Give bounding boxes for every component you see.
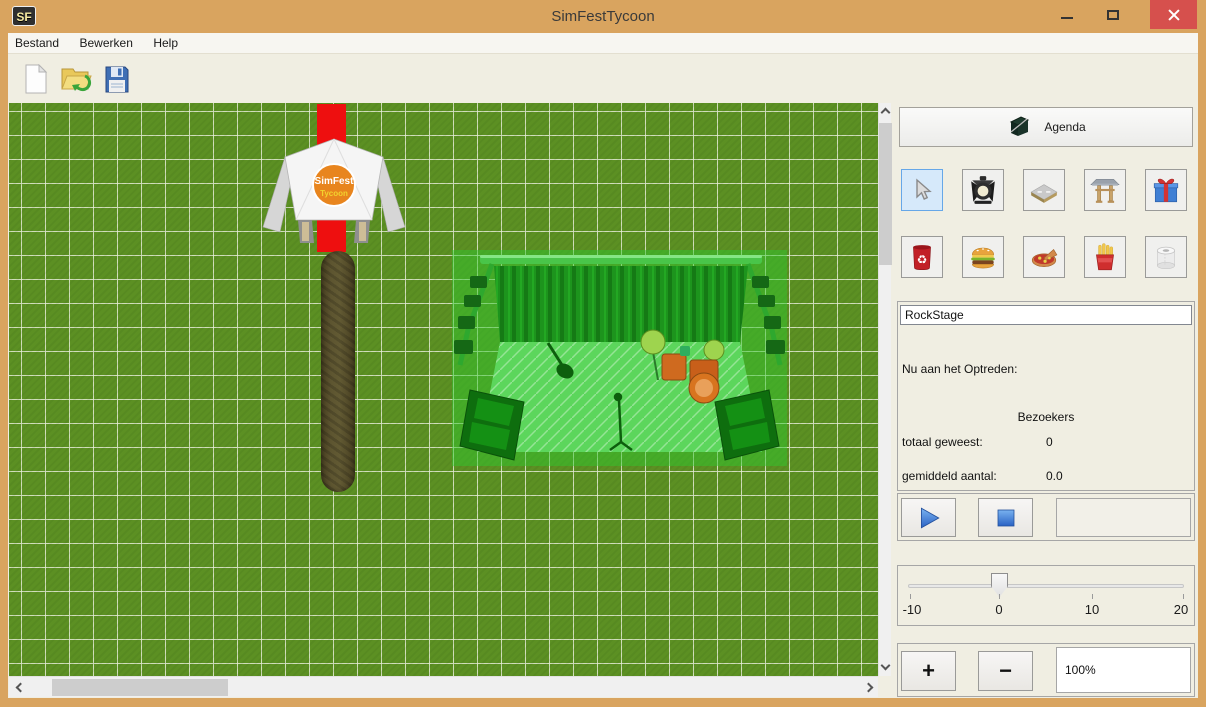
chevron-up-icon <box>881 108 891 118</box>
burger-icon <box>968 242 998 272</box>
speaker-stack-left <box>460 390 524 460</box>
close-icon <box>1167 8 1181 22</box>
tool-toilet-paper[interactable] <box>1145 236 1187 278</box>
save-file-button[interactable] <box>98 61 134 97</box>
maximize-icon <box>1107 10 1119 20</box>
entrance-tent[interactable]: SimFest Tycoon <box>261 127 407 245</box>
visitors-average-label: gemiddeld aantal: <box>902 469 997 483</box>
scroll-up-button[interactable] <box>879 103 892 119</box>
stop-icon <box>994 506 1018 530</box>
maximize-button[interactable] <box>1090 0 1136 29</box>
stage-graphic <box>452 250 787 466</box>
play-icon <box>916 505 942 531</box>
close-button[interactable] <box>1150 0 1197 29</box>
tool-fries[interactable] <box>1084 236 1126 278</box>
zoom-panel: + − <box>897 643 1195 697</box>
tool-entrance-gate[interactable] <box>1084 169 1126 211</box>
visitors-header: Bezoekers <box>898 410 1194 424</box>
minimize-button[interactable] <box>1044 0 1090 29</box>
horizontal-scrollbar[interactable] <box>9 676 878 697</box>
now-performing-label: Nu aan het Optreden: <box>902 362 1017 376</box>
zoom-out-button[interactable]: − <box>978 651 1033 691</box>
tool-stage-light[interactable] <box>962 169 1004 211</box>
save-floppy-icon <box>103 65 130 94</box>
titlebar: SF SimFestTycoon <box>0 0 1206 33</box>
open-folder-icon <box>60 64 92 94</box>
tool-trash-can[interactable]: ♻ <box>901 236 943 278</box>
window-title: SimFestTycoon <box>0 0 1206 33</box>
gift-icon <box>1151 175 1181 205</box>
trashcan-icon: ♻ <box>907 242 937 272</box>
spotlight-icon <box>968 175 998 205</box>
tool-road[interactable] <box>1023 169 1065 211</box>
slider-label-min: -10 <box>903 602 922 617</box>
play-button[interactable] <box>901 498 956 537</box>
performance-display <box>1056 498 1191 537</box>
visitors-average-value: 0.0 <box>1046 469 1063 483</box>
tool-burger[interactable] <box>962 236 1004 278</box>
fries-icon <box>1090 242 1120 272</box>
scroll-down-button[interactable] <box>879 660 892 676</box>
road-tile-icon <box>1029 175 1059 205</box>
menu-bewerken[interactable]: Bewerken <box>72 33 141 54</box>
agenda-label: Agenda <box>1044 120 1085 134</box>
toilet-paper-icon <box>1151 242 1181 272</box>
new-document-icon <box>23 64 49 94</box>
vertical-scrollbar[interactable] <box>878 103 891 676</box>
slider-tick <box>1183 594 1184 599</box>
window-content: Bestand Bewerken Help <box>8 33 1198 698</box>
slider-tick <box>910 594 911 599</box>
slider-tick <box>999 594 1000 599</box>
speed-slider-panel: -10 0 10 20 <box>897 565 1195 626</box>
stage-curtain <box>494 266 748 342</box>
zoom-level-field[interactable] <box>1056 647 1191 693</box>
pizza-icon <box>1029 242 1059 272</box>
slider-label-max: 20 <box>1174 602 1188 617</box>
menu-bestand[interactable]: Bestand <box>8 33 67 54</box>
app-window: SF SimFestTycoon Bestand Bewerken Help <box>0 0 1206 707</box>
gate-icon <box>1090 175 1120 205</box>
menubar: Bestand Bewerken Help <box>8 33 1198 54</box>
chevron-down-icon <box>881 661 891 671</box>
menu-help[interactable]: Help <box>145 33 186 54</box>
slider-label-zero: 0 <box>995 602 1002 617</box>
transport-panel <box>897 493 1195 541</box>
agenda-book-icon <box>1006 115 1032 139</box>
slider-tick <box>1092 594 1093 599</box>
scroll-right-button[interactable] <box>863 679 876 695</box>
recycle-symbol: ♻ <box>917 252 928 266</box>
dirt-path[interactable] <box>321 251 355 492</box>
sidebar: Agenda <box>897 103 1195 697</box>
minimize-icon <box>1061 17 1073 19</box>
stage-info-panel: Nu aan het Optreden: Bezoekers totaal ge… <box>897 301 1195 491</box>
stage-name-input[interactable] <box>900 305 1192 325</box>
tent-logo-text-2: Tycoon <box>320 189 348 198</box>
stage-selected[interactable] <box>452 250 787 466</box>
slider-label-ten: 10 <box>1085 602 1099 617</box>
open-file-button[interactable] <box>58 61 94 97</box>
visitors-total-value: 0 <box>1046 435 1053 449</box>
scroll-left-button[interactable] <box>11 679 24 695</box>
visitors-total-label: totaal geweest: <box>902 435 983 449</box>
tool-pizza[interactable] <box>1023 236 1065 278</box>
toolbar <box>8 54 1198 103</box>
chevron-right-icon <box>864 683 874 693</box>
agenda-button[interactable]: Agenda <box>899 107 1193 147</box>
cursor-icon <box>910 178 934 202</box>
speaker-stack-right <box>715 390 779 460</box>
horizontal-scroll-thumb[interactable] <box>52 679 228 696</box>
tool-select-cursor[interactable] <box>901 169 943 211</box>
chevron-left-icon <box>16 683 26 693</box>
zoom-in-button[interactable]: + <box>901 651 956 691</box>
stop-button[interactable] <box>978 498 1033 537</box>
slider-track[interactable] <box>908 584 1184 588</box>
vertical-scroll-thumb[interactable] <box>879 123 892 265</box>
map-canvas[interactable]: SimFest Tycoon <box>9 103 878 676</box>
new-file-button[interactable] <box>18 61 54 97</box>
tool-merchandise[interactable] <box>1145 169 1187 211</box>
tent-logo-text-1: SimFest <box>315 176 355 187</box>
